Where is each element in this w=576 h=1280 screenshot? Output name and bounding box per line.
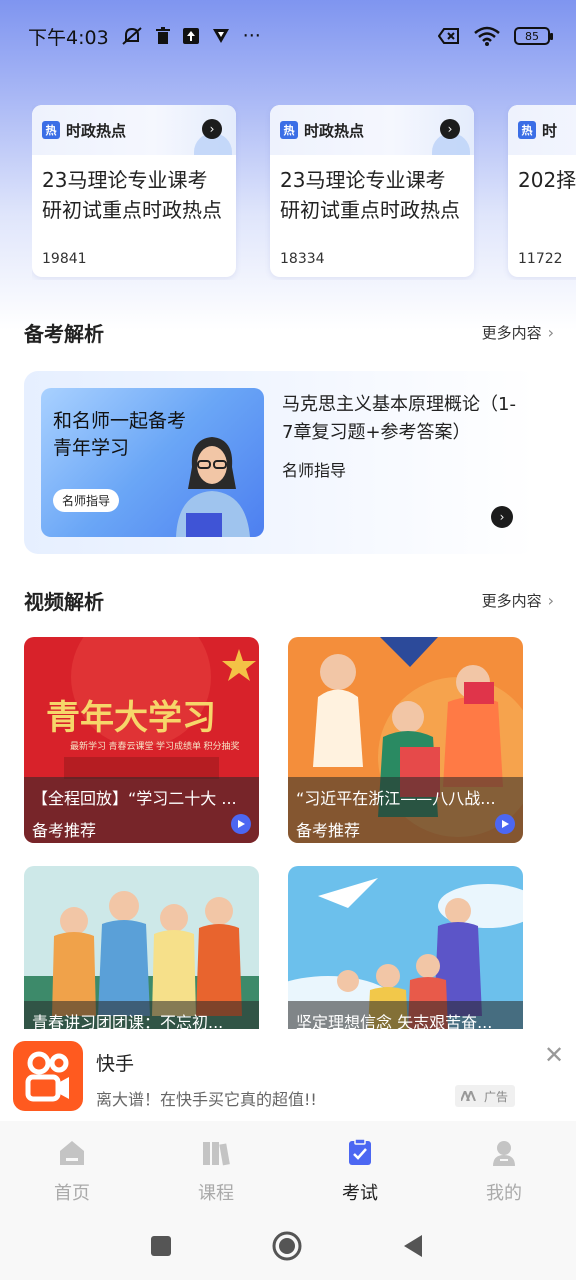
hot-badge-icon: 热 (518, 121, 536, 139)
ad-title: 快手 (96, 1053, 135, 1075)
hot-topic-card[interactable]: 热 时政热点 › 23马理论专业课考研初试重点时政热点 19841 (32, 105, 236, 277)
view-count: 11722 (518, 251, 563, 267)
video-card[interactable]: 青年大学习 最新学习 青春云课堂 学习成绩单 积分抽奖 【全程回放】“学习二十大… (24, 637, 259, 843)
ad-network-icon (461, 1091, 476, 1101)
wifi-icon (474, 26, 500, 46)
more-content-link[interactable]: 更多内容 › (482, 322, 554, 343)
video-title: “习近平在浙江——八八战... (296, 789, 496, 808)
video-card[interactable]: 青春讲习团团课：不忘初... (24, 866, 259, 1029)
arrow-right-icon[interactable]: › (440, 119, 460, 139)
section-title: 备考解析 (24, 321, 104, 346)
chevron-right-icon: › (547, 590, 554, 610)
video-section-header: 视频解析 更多内容 › (24, 585, 554, 615)
kuaishou-logo-icon (13, 1041, 83, 1111)
view-count: 18334 (280, 251, 325, 267)
profile-icon (493, 1141, 515, 1166)
close-icon[interactable]: ✕ (544, 1041, 564, 1069)
tab-label: 课程 (198, 1183, 234, 1204)
thumbnail-text: 青年大学习 (46, 698, 216, 737)
thumbnail-caption: 最新学习 青春云课堂 学习成绩单 积分抽奖 (70, 740, 240, 751)
play-icon[interactable] (495, 814, 515, 834)
thumb-pill: 名师指导 (53, 489, 120, 512)
status-time: 下午4:03 (28, 26, 109, 49)
hot-topic-card[interactable]: 热 时 202择题 11722 (508, 105, 576, 277)
video-info: 坚定理想信念 矢志艰苦奋... (288, 1001, 523, 1029)
video-info: “习近平在浙江——八八战... 备考推荐 (288, 777, 523, 843)
upload-icon (182, 28, 199, 44)
tab-courses[interactable]: 课程 (144, 1121, 288, 1211)
more-label: 更多内容 (481, 323, 542, 342)
chevron-right-icon: › (547, 322, 554, 342)
prep-thumbnail: 和名师一起备考 青年学习 名师指导 (41, 388, 264, 537)
home-button[interactable] (272, 1231, 302, 1261)
tab-label: 首页 (54, 1183, 90, 1204)
view-count: 19841 (42, 251, 87, 267)
more-label: 更多内容 (481, 591, 542, 610)
section-title: 视频解析 (24, 589, 104, 614)
hot-card-title: 23马理论专业课考研初试重点时政热点 (42, 168, 222, 222)
video-subtitle: 备考推荐 (296, 821, 361, 840)
prep-card[interactable]: 和名师一起备考 青年学习 名师指导 马克思主义基本原理概论（1-7章复习题+参考… (24, 371, 535, 554)
exam-icon (349, 1139, 371, 1165)
more-content-link[interactable]: 更多内容 › (482, 590, 554, 611)
tab-label: 考试 (342, 1183, 378, 1204)
hot-topic-card[interactable]: 热 时政热点 › 23马理论专业课考研初试重点时政热点 18334 (270, 105, 474, 277)
video-title: 【全程回放】“学习二十大 ... (32, 789, 237, 808)
ad-description: 离大谱！在快手买它真的超值!! (96, 1090, 317, 1109)
back-button[interactable] (398, 1231, 428, 1261)
video-title: 坚定理想信念 矢志艰苦奋... (296, 1013, 493, 1029)
arrow-right-icon[interactable]: › (491, 506, 513, 528)
hot-card-tag: 时政热点 (66, 121, 127, 140)
video-card[interactable]: “习近平在浙江——八八战... 备考推荐 (288, 637, 523, 843)
video-subtitle: 备考推荐 (32, 821, 97, 840)
video-title: 青春讲习团团课：不忘初... (32, 1013, 224, 1029)
ad-label-text: 广告 (483, 1089, 508, 1104)
bottom-tab-bar: 首页 课程 考试 我的 (0, 1121, 576, 1211)
app-notification-icon (211, 27, 231, 45)
tab-profile[interactable]: 我的 (432, 1121, 576, 1211)
arrow-right-icon[interactable]: › (202, 119, 222, 139)
prep-card-subtitle: 名师指导 (282, 461, 347, 480)
tab-label: 我的 (486, 1183, 522, 1204)
more-notifications-icon: ··· (242, 25, 261, 47)
mute-icon (121, 26, 143, 46)
hot-badge-icon: 热 (42, 121, 60, 139)
back-triangle-icon (404, 1235, 422, 1257)
teacher-illustration (176, 437, 250, 537)
sim-disabled-icon (438, 27, 460, 45)
books-icon (203, 1142, 230, 1166)
square-icon (151, 1236, 171, 1256)
status-bar: 下午4:03 ··· 85 (0, 0, 576, 72)
play-icon[interactable] (231, 814, 251, 834)
hot-card-tag: 时政热点 (304, 121, 365, 140)
tab-home[interactable]: 首页 (0, 1121, 144, 1211)
trash-icon (155, 27, 171, 45)
hot-badge-icon: 热 (280, 121, 298, 139)
video-info: 【全程回放】“学习二十大 ... 备考推荐 (24, 777, 259, 843)
recent-apps-button[interactable] (146, 1231, 176, 1261)
tab-exam[interactable]: 考试 (288, 1121, 432, 1211)
home-icon (60, 1141, 84, 1165)
thumb-heading-2: 青年学习 (53, 437, 130, 459)
prep-card-title: 马克思主义基本原理概论（1-7章复习题+参考答案） (282, 394, 516, 443)
system-nav-bar (0, 1211, 576, 1280)
battery-icon: 85 (514, 27, 553, 45)
ad-banner[interactable]: 快手 离大谱！在快手买它真的超值!! 广告 ✕ (0, 1033, 576, 1121)
video-info: 青春讲习团团课：不忘初... (24, 1001, 259, 1029)
hot-card-tag: 时 (542, 121, 558, 140)
hot-card-title: 202择题 (518, 168, 576, 192)
circle-icon (272, 1231, 302, 1261)
video-card[interactable]: 坚定理想信念 矢志艰苦奋... (288, 866, 523, 1029)
hot-topics-carousel[interactable]: 热 时政热点 › 23马理论专业课考研初试重点时政热点 19841 热 时政热点… (32, 105, 576, 280)
prep-section-header: 备考解析 更多内容 › (24, 317, 554, 347)
hot-card-title: 23马理论专业课考研初试重点时政热点 (280, 168, 460, 222)
ad-label: 广告 (455, 1085, 515, 1107)
